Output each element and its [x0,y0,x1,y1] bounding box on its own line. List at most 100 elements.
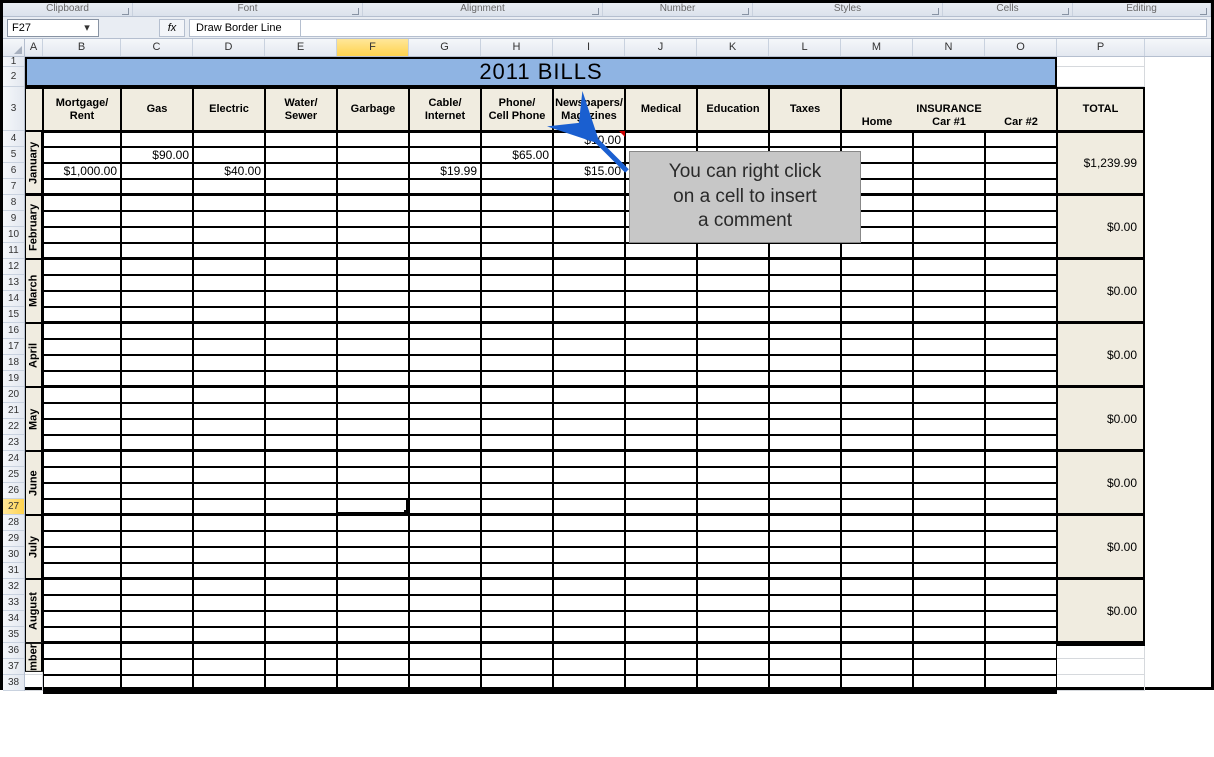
data-I21[interactable] [553,403,625,419]
data-E9[interactable] [265,211,337,227]
data-N17[interactable] [913,339,985,355]
data-K21[interactable] [697,403,769,419]
data-C20[interactable] [121,387,193,403]
data-B27[interactable] [43,499,121,515]
data-C11[interactable] [121,243,193,259]
data-D18[interactable] [193,355,265,371]
data-D25[interactable] [193,467,265,483]
data-H12[interactable] [481,259,553,275]
data-C17[interactable] [121,339,193,355]
data-B22[interactable] [43,419,121,435]
data-G26[interactable] [409,483,481,499]
data-N27[interactable] [913,499,985,515]
data-H36[interactable] [481,643,553,659]
data-H16[interactable] [481,323,553,339]
data-H10[interactable] [481,227,553,243]
data-G24[interactable] [409,451,481,467]
data-D38[interactable] [193,675,265,691]
cell-P1[interactable] [1057,57,1145,67]
data-D32[interactable] [193,579,265,595]
data-J30[interactable] [625,547,697,563]
data-L15[interactable] [769,307,841,323]
data-J13[interactable] [625,275,697,291]
data-N6[interactable] [913,163,985,179]
data-D33[interactable] [193,595,265,611]
data-K25[interactable] [697,467,769,483]
data-M35[interactable] [841,627,913,643]
data-C15[interactable] [121,307,193,323]
data-E26[interactable] [265,483,337,499]
data-F22[interactable] [337,419,409,435]
data-G15[interactable] [409,307,481,323]
data-K30[interactable] [697,547,769,563]
column-header-G[interactable]: G [409,39,481,56]
data-G34[interactable] [409,611,481,627]
data-H25[interactable] [481,467,553,483]
data-B5[interactable] [43,147,121,163]
data-G16[interactable] [409,323,481,339]
data-O28[interactable] [985,515,1057,531]
data-N4[interactable] [913,131,985,147]
row-header-36[interactable]: 36 [3,643,24,659]
row-header-29[interactable]: 29 [3,531,24,547]
data-O39[interactable] [985,691,1057,694]
data-C8[interactable] [121,195,193,211]
data-K24[interactable] [697,451,769,467]
data-G19[interactable] [409,371,481,387]
data-O30[interactable] [985,547,1057,563]
data-C23[interactable] [121,435,193,451]
data-L19[interactable] [769,371,841,387]
data-E38[interactable] [265,675,337,691]
data-E12[interactable] [265,259,337,275]
row-header-12[interactable]: 12 [3,259,24,275]
data-E8[interactable] [265,195,337,211]
row-header-2[interactable]: 2 [3,67,24,87]
data-G31[interactable] [409,563,481,579]
data-L28[interactable] [769,515,841,531]
data-O36[interactable] [985,643,1057,659]
data-I29[interactable] [553,531,625,547]
data-J37[interactable] [625,659,697,675]
data-L31[interactable] [769,563,841,579]
data-F13[interactable] [337,275,409,291]
data-O21[interactable] [985,403,1057,419]
data-I13[interactable] [553,275,625,291]
data-O11[interactable] [985,243,1057,259]
data-O24[interactable] [985,451,1057,467]
data-O37[interactable] [985,659,1057,675]
data-C9[interactable] [121,211,193,227]
data-I26[interactable] [553,483,625,499]
row-header-6[interactable]: 6 [3,163,24,179]
data-N11[interactable] [913,243,985,259]
data-B33[interactable] [43,595,121,611]
data-G17[interactable] [409,339,481,355]
data-L27[interactable] [769,499,841,515]
data-B29[interactable] [43,531,121,547]
data-L24[interactable] [769,451,841,467]
data-H17[interactable] [481,339,553,355]
data-J34[interactable] [625,611,697,627]
data-M16[interactable] [841,323,913,339]
row-header-26[interactable]: 26 [3,483,24,499]
data-J4[interactable] [625,131,697,147]
data-B36[interactable] [43,643,121,659]
data-I18[interactable] [553,355,625,371]
data-M21[interactable] [841,403,913,419]
data-N38[interactable] [913,675,985,691]
data-O10[interactable] [985,227,1057,243]
data-K37[interactable] [697,659,769,675]
data-G32[interactable] [409,579,481,595]
data-E36[interactable] [265,643,337,659]
data-D10[interactable] [193,227,265,243]
data-C30[interactable] [121,547,193,563]
data-H27[interactable] [481,499,553,515]
data-B39[interactable] [43,691,121,694]
data-K23[interactable] [697,435,769,451]
data-I31[interactable] [553,563,625,579]
data-L30[interactable] [769,547,841,563]
data-C21[interactable] [121,403,193,419]
data-E18[interactable] [265,355,337,371]
data-B17[interactable] [43,339,121,355]
data-D34[interactable] [193,611,265,627]
data-C4[interactable] [121,131,193,147]
